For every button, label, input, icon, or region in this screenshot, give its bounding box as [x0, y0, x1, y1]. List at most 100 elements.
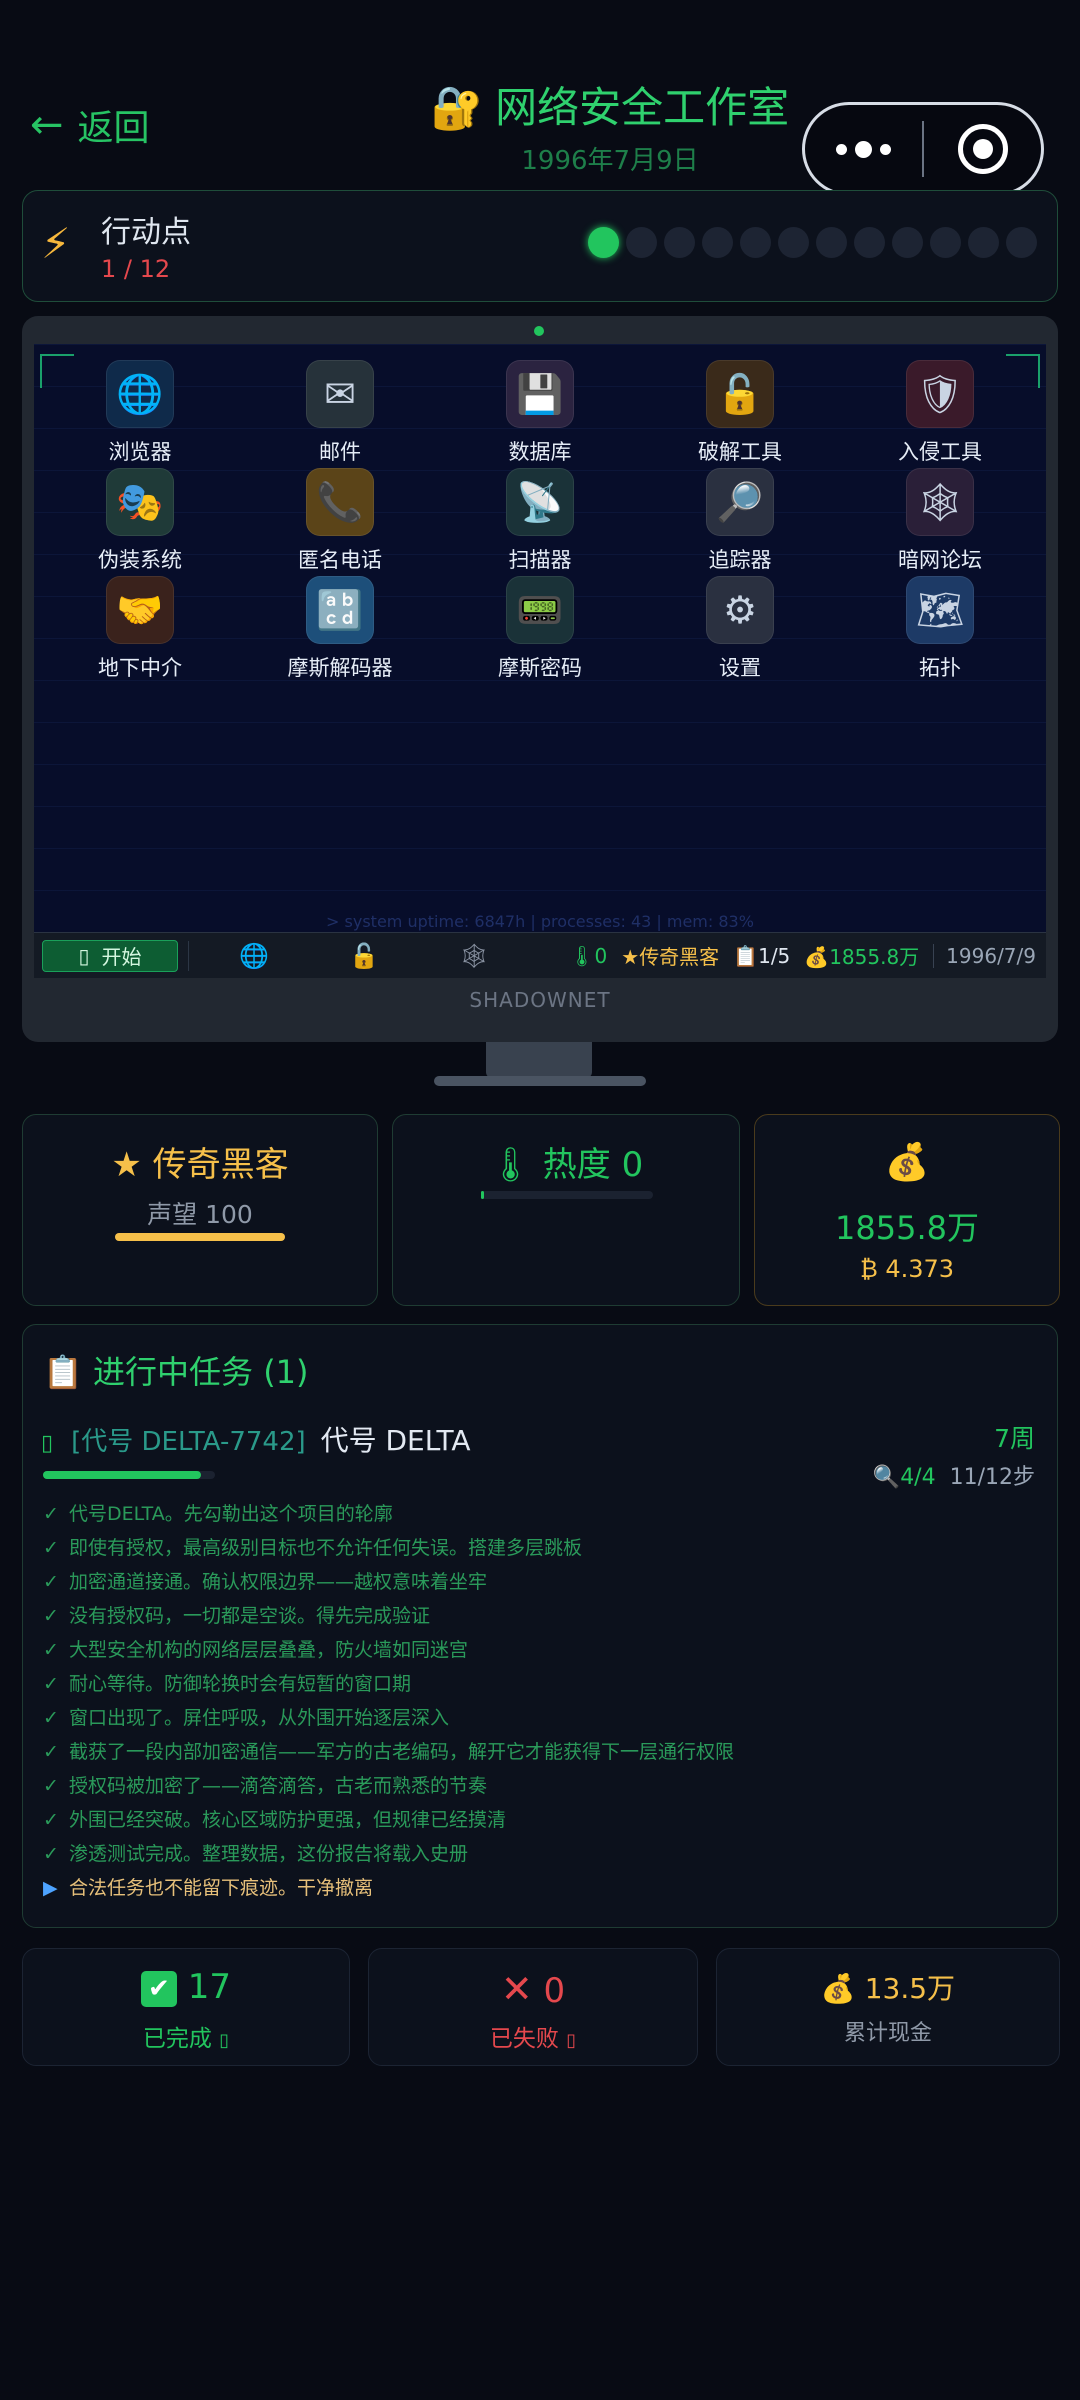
info-icon: ▯: [219, 2030, 230, 2051]
masks-icon: 🎭: [106, 468, 174, 536]
desktop-app-spiderweb[interactable]: 🕸 暗网论坛: [840, 468, 1040, 576]
pager-icon: 📟: [506, 576, 574, 644]
action-point-dot: [626, 227, 657, 258]
check-box-icon: ✔: [140, 1970, 177, 2007]
mission-step-text: 授权码被加密了——滴答滴答，古老而熟悉的节奏: [69, 1775, 488, 1797]
heat-bar: [481, 1191, 653, 1199]
globe-icon: 🌐: [106, 360, 174, 428]
taskbar-spiderweb-icon[interactable]: 🕸: [419, 942, 529, 970]
desktop-app-satellite[interactable]: 📡 扫描器: [440, 468, 640, 576]
action-point-dot: [854, 227, 885, 258]
reputation-bar-fill: [115, 1233, 285, 1241]
taskbar-divider: [188, 940, 189, 971]
desktop-app-magnifier[interactable]: 🔎 追踪器: [640, 468, 840, 576]
miniprogram-capsule: [802, 102, 1044, 196]
check-icon: ✓: [43, 1503, 59, 1525]
thermometer-icon: 🌡: [488, 1145, 532, 1185]
desktop-app-floppy-disk[interactable]: 💾 数据库: [440, 360, 640, 468]
rank-title-text: 传奇黑客: [152, 1145, 289, 1185]
desktop-app-label: 邮件: [319, 440, 361, 464]
desktop-app-map[interactable]: 🗺 拓扑: [840, 576, 1040, 684]
satellite-icon: 📡: [506, 468, 574, 536]
completed-label-text: 已完成: [142, 2026, 212, 2052]
desktop-app-label: 暗网论坛: [898, 548, 982, 572]
more-menu-button[interactable]: [805, 140, 922, 158]
failed-missions-card[interactable]: ✕ 0 已失败 ▯: [368, 1948, 698, 2066]
completed-count-value: 17: [187, 1967, 232, 2007]
mail-icon: ✉: [306, 360, 374, 428]
taskbar-cash-value: 1855.8万: [829, 945, 920, 969]
lightning-icon: ⚡: [41, 219, 71, 268]
completed-missions-card[interactable]: ✔ 17 已完成 ▯: [22, 1948, 350, 2066]
taskbar-tasks-value: 1/5: [758, 943, 791, 968]
magnifier-icon: 🔎: [706, 468, 774, 536]
desktop-app-globe[interactable]: 🌐 浏览器: [40, 360, 240, 468]
mission-item[interactable]: ▯ [代号 DELTA-7742] 代号 DELTA: [41, 1419, 1041, 1463]
action-point-dot: [740, 227, 771, 258]
mission-progress-fill: [43, 1471, 202, 1479]
desktop-app-gear[interactable]: ⚙ 设置: [640, 576, 840, 684]
mission-step-text: 没有授权码，一切都是空谈。得先完成验证: [69, 1605, 431, 1627]
desktop-app-phone[interactable]: 📞 匿名电话: [240, 468, 440, 576]
close-miniprogram-button[interactable]: [924, 124, 1041, 174]
spiderweb-icon: 🕸: [906, 468, 974, 536]
desktop-app-masks[interactable]: 🎭 伪装系统: [40, 468, 240, 576]
computer-monitor: 🌐 浏览器 ✉ 邮件 💾 数据库 🔓 破解工具 🛡 入侵工具 🎭 伪装系统 📞 匿名电话 📡 扫描器 🔎 追踪器 🕸…: [22, 316, 1058, 1042]
action-point-dot: [778, 227, 809, 258]
heat-title: 🌡 热度 0: [393, 1137, 739, 1186]
mission-progress-bar: [43, 1471, 215, 1479]
mission-step-done: ✓ 耐心等待。防御轮换时会有短暂的窗口期: [43, 1667, 1043, 1701]
clipboard-icon: 📋: [733, 943, 759, 968]
map-icon: 🗺: [906, 576, 974, 644]
action-point-dot: [588, 227, 619, 258]
mission-step-text: 渗透测试完成。整理数据，这份报告将载入史册: [69, 1843, 469, 1865]
reputation-label: 声望 100: [147, 1200, 253, 1229]
action-point-dot: [892, 227, 923, 258]
start-icon: ▯: [78, 943, 90, 968]
gear-icon: ⚙: [706, 576, 774, 644]
taskbar-globe-icon[interactable]: 🌐: [199, 942, 309, 970]
action-points-dots: [588, 227, 1037, 258]
taskbar-rank: ★传奇黑客: [621, 941, 719, 970]
action-point-dot: [816, 227, 847, 258]
active-missions-title-text: 进行中任务 (1): [93, 1353, 309, 1391]
mission-step-done: ✓ 代号DELTA。先勾勒出这个项目的轮廓: [43, 1497, 1043, 1531]
mission-code: [代号 DELTA-7742]: [71, 1427, 306, 1457]
mission-step-text: 代号DELTA。先勾勒出这个项目的轮廓: [69, 1503, 393, 1525]
desktop-app-label: 伪装系统: [98, 548, 182, 572]
mission-clues-value: 4/4: [900, 1465, 936, 1490]
desktop-app-mail[interactable]: ✉ 邮件: [240, 360, 440, 468]
desktop-app-label: 破解工具: [698, 440, 782, 464]
mission-step-done: ✓ 渗透测试完成。整理数据，这份报告将载入史册: [43, 1837, 1043, 1871]
btc-value: ₿ 4.373: [859, 1255, 955, 1283]
action-point-dot: [1006, 227, 1037, 258]
cross-icon: ✕: [500, 1967, 533, 2011]
handshake-icon: 🤝: [106, 576, 174, 644]
start-button[interactable]: ▯ 开始: [42, 939, 178, 972]
desktop-app-unlock[interactable]: 🔓 破解工具: [640, 360, 840, 468]
taskbar-rank-value: 传奇黑客: [639, 945, 720, 969]
check-icon: ✓: [43, 1741, 59, 1763]
failed-label: 已失败 ▯: [369, 2019, 697, 2053]
mission-status-icon: ▯: [41, 1431, 54, 1456]
desktop-app-abcd[interactable]: 🔡 摩斯解码器: [240, 576, 440, 684]
completed-label: 已完成 ▯: [23, 2019, 349, 2053]
info-icon: ▯: [566, 2030, 577, 2051]
mission-step-done: ✓ 大型安全机构的网络层层叠叠，防火墙如同迷宫: [43, 1633, 1043, 1667]
check-icon: ✓: [43, 1673, 59, 1695]
mission-step-done: ✓ 窗口出现了。屏住呼吸，从外围开始逐层深入: [43, 1701, 1043, 1735]
desktop-app-label: 追踪器: [708, 548, 772, 572]
desktop-app-shield[interactable]: 🛡 入侵工具: [840, 360, 1040, 468]
money-bag-icon: 💰: [884, 1142, 930, 1183]
heat-card: 🌡 热度 0: [392, 1114, 740, 1306]
desktop-app-pager[interactable]: 📟 摩斯密码: [440, 576, 640, 684]
mission-step-done: ✓ 加密通道接通。确认权限边界——越权意味着坐牢: [43, 1565, 1043, 1599]
mission-step-done: ✓ 外围已经突破。核心区域防护更强，但规律已经摸清: [43, 1803, 1043, 1837]
total-cash-card: 💰 13.5万 累计现金: [716, 1948, 1060, 2066]
taskbar-unlock-icon[interactable]: 🔓: [309, 942, 419, 970]
desktop-app-handshake[interactable]: 🤝 地下中介: [40, 576, 240, 684]
mission-steps-progress: 11/12步: [949, 1465, 1035, 1490]
mission-step-done: ✓ 即使有授权，最高级别目标也不允许任何失误。搭建多层跳板: [43, 1531, 1043, 1565]
action-point-dot: [968, 227, 999, 258]
floppy-disk-icon: 💾: [506, 360, 574, 428]
